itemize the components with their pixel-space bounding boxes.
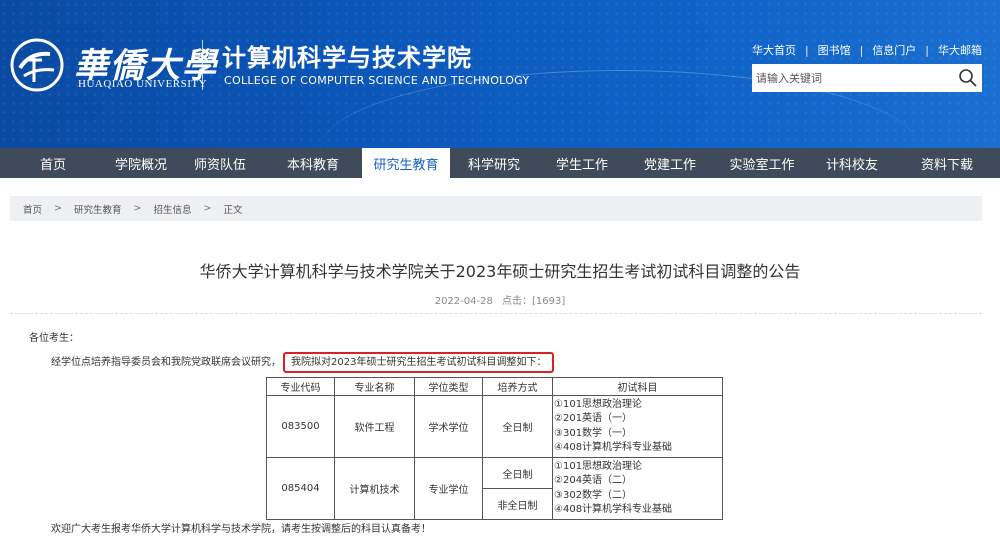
table-header-row: 专业代码 专业名称 学位类型 培养方式 初试科目 [266, 377, 723, 396]
table-cell-subjects: ①101思想政治理论 ②201英语（一） ③301数学（一） ④408计算机学科… [552, 395, 723, 458]
table-cell-name: 计算机技术 [334, 457, 415, 520]
article-meta: 2022-04-28 点击：[1693] [0, 292, 1000, 307]
nav-item-party-building[interactable]: 党建工作 [626, 148, 714, 178]
nav-item-student-affairs[interactable]: 学生工作 [538, 148, 626, 178]
title-divider [10, 313, 982, 314]
breadcrumb-separator: > [203, 203, 212, 214]
nav-item-faculty[interactable]: 师资队伍 [176, 148, 264, 178]
table-cell-code: 085404 [266, 457, 335, 520]
table-cell-mode: 全日制 [482, 457, 553, 489]
table-header: 初试科目 [552, 377, 723, 396]
header-divider [202, 40, 203, 90]
subject-item: ③302数学（二） [554, 489, 633, 501]
search-input[interactable]: 请输入关键词 [752, 70, 954, 86]
college-name-en: COLLEGE OF COMPUTER SCIENCE AND TECHNOLO… [224, 74, 530, 87]
breadcrumb-home[interactable]: 首页 [23, 202, 42, 216]
subject-item: ④408计算机学科专业基础 [554, 442, 673, 453]
college-name-cn[interactable]: 计算机科学与技术学院 [222, 38, 472, 73]
nav-item-alumni[interactable]: 计科校友 [810, 148, 894, 178]
nav-item-home[interactable]: 首页 [0, 148, 106, 178]
exam-subjects-table: 专业代码 专业名称 学位类型 培养方式 初试科目 083500 软件工程 学术学… [266, 377, 723, 520]
article-date: 2022-04-28 [434, 296, 493, 307]
search-icon[interactable] [954, 64, 982, 92]
subject-item: ③301数学（一） [554, 427, 633, 439]
nav-item-undergraduate[interactable]: 本科教育 [264, 148, 362, 178]
main-nav: 首页 学院概况 师资队伍 本科教育 研究生教育 科学研究 学生工作 党建工作 实… [0, 148, 1000, 178]
subject-item: ②204英语（二） [554, 475, 633, 486]
article-title: 华侨大学计算机科学与技术学院关于2023年硕士研究生招生考试初试科目调整的公告 [199, 262, 801, 281]
nav-item-overview[interactable]: 学院概况 [106, 148, 176, 178]
site-header: 華僑大學 HUAQIAO UNIVERSITY 计算机科学与技术学院 COLLE… [0, 0, 1000, 148]
table-header: 专业代码 [266, 377, 335, 396]
top-link-portal[interactable]: 信息门户 [872, 42, 916, 58]
breadcrumb-admissions[interactable]: 招生信息 [153, 202, 191, 216]
top-link-separator: | [804, 43, 809, 57]
table-header: 培养方式 [482, 377, 553, 396]
university-logo-icon[interactable] [10, 38, 64, 92]
nav-item-downloads[interactable]: 资料下载 [894, 148, 1000, 178]
top-link-mail[interactable]: 华大邮箱 [938, 42, 982, 58]
top-links: 华大首页 | 图书馆 | 信息门户 | 华大邮箱 [752, 41, 982, 59]
table-cell-code: 083500 [266, 395, 335, 458]
breadcrumb-separator: > [54, 203, 62, 214]
article-views: 点击：[1693] [502, 296, 566, 307]
top-link-separator: | [859, 43, 864, 57]
table-cell-mode: 全日制 [482, 395, 553, 458]
article-greeting: 各位考生： [29, 333, 79, 344]
paragraph-text: 经学位点培养指导委员会和我院党政联席会议研究， [51, 357, 281, 368]
article-paragraph: 经学位点培养指导委员会和我院党政联席会议研究， 我院拟对2023年硕士研究生招生考… [51, 352, 555, 373]
breadcrumb-current: 正文 [223, 204, 243, 216]
table-row: 083500 软件工程 学术学位 全日制 ①101思想政治理论 ②201英语（一… [266, 395, 723, 458]
university-name-en: HUAQIAO UNIVERSITY [78, 78, 208, 90]
table-header: 学位类型 [414, 377, 483, 396]
breadcrumb-separator: > [133, 203, 142, 214]
article-closing: 欢迎广大考生报考华侨大学计算机科学与技术学院，请考生按调整后的科目认真备考！ [51, 524, 431, 535]
search-box[interactable]: 请输入关键词 [752, 64, 982, 92]
table-row: 085404 计算机技术 专业学位 全日制 ①101思想政治理论 ②204英语（… [266, 457, 723, 520]
nav-item-lab[interactable]: 实验室工作 [714, 148, 810, 178]
top-link-home[interactable]: 华大首页 [752, 42, 796, 58]
table-cell-name: 软件工程 [334, 395, 415, 458]
nav-item-research[interactable]: 科学研究 [450, 148, 538, 178]
table-cell-degree: 专业学位 [414, 457, 483, 520]
subject-item: ④408计算机学科专业基础 [554, 504, 673, 515]
nav-item-graduate[interactable]: 研究生教育 [362, 148, 450, 178]
highlighted-text: 我院拟对2023年硕士研究生招生考试初试科目调整如下： [283, 352, 555, 373]
subject-item: ②201英语（一） [554, 413, 633, 424]
table-cell-mode: 非全日制 [482, 488, 553, 520]
table-cell-subjects: ①101思想政治理论 ②204英语（二） ③302数学（二） ④408计算机学科… [552, 457, 723, 520]
breadcrumb-graduate[interactable]: 研究生教育 [74, 202, 122, 216]
top-link-library[interactable]: 图书馆 [818, 42, 851, 58]
table-cell-degree: 学术学位 [414, 395, 483, 458]
table-header: 专业名称 [334, 377, 415, 396]
subject-item: ①101思想政治理论 [554, 460, 643, 472]
breadcrumb: 首页 > 研究生教育 > 招生信息 > 正文 [10, 196, 982, 221]
top-link-separator: | [925, 43, 929, 57]
subject-item: ①101思想政治理论 [554, 398, 643, 410]
